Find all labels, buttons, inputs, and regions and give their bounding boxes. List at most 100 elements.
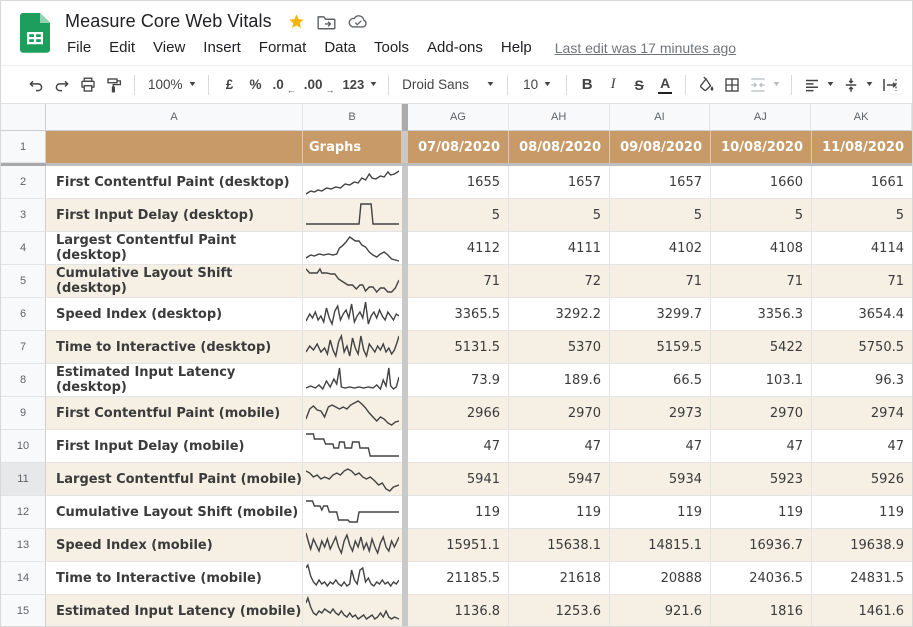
bold-button[interactable]: B [574,72,600,98]
metric-label-cell[interactable]: First Input Delay (mobile) [46,430,303,463]
metric-label-cell[interactable]: Speed Index (mobile) [46,529,303,562]
value-cell-AJ7[interactable]: 5422 [711,331,812,364]
menu-edit[interactable]: Edit [100,38,144,57]
fill-color-button[interactable] [693,72,719,98]
value-cell-AJ15[interactable]: 1816 [711,595,812,626]
value-cell-AI6[interactable]: 3299.7 [610,298,711,331]
value-cell-AJ12[interactable]: 119 [711,496,812,529]
value-cell-AI14[interactable]: 20888 [610,562,711,595]
value-cell-AG3[interactable]: 5 [408,199,509,232]
value-cell-AI8[interactable]: 66.5 [610,364,711,397]
print-button[interactable] [75,72,101,98]
metric-label-cell[interactable]: Cumulative Layout Shift (desktop) [46,265,303,298]
value-cell-AH3[interactable]: 5 [509,199,610,232]
metric-label-cell[interactable]: Largest Contentful Paint (mobile) [46,463,303,496]
metric-label-cell[interactable]: First Contentful Paint (mobile) [46,397,303,430]
value-cell-AK12[interactable]: 119 [812,496,912,529]
value-cell-AJ10[interactable]: 47 [711,430,812,463]
value-cell-AH5[interactable]: 72 [509,265,610,298]
font-size-select[interactable]: 10▼ [515,72,559,98]
value-cell-AJ5[interactable]: 71 [711,265,812,298]
date-header-AK[interactable]: 11/08/2020 [812,131,912,163]
value-cell-AJ14[interactable]: 24036.5 [711,562,812,595]
row-header-6[interactable]: 6 [1,298,46,331]
value-cell-AI11[interactable]: 5934 [610,463,711,496]
menu-insert[interactable]: Insert [194,38,250,57]
value-cell-AH7[interactable]: 5370 [509,331,610,364]
text-color-button[interactable]: A [652,72,678,98]
more-formats-button[interactable]: 123▼ [339,72,382,98]
row-header-1[interactable]: 1 [1,131,46,163]
value-cell-AH8[interactable]: 189.6 [509,364,610,397]
date-header-AJ[interactable]: 10/08/2020 [711,131,812,163]
sparkline-cell[interactable] [303,331,402,364]
undo-button[interactable] [23,72,49,98]
row-header-12[interactable]: 12 [1,496,46,529]
value-cell-AJ11[interactable]: 5923 [711,463,812,496]
value-cell-AG8[interactable]: 73.9 [408,364,509,397]
borders-button[interactable] [719,72,745,98]
sparkline-cell[interactable] [303,562,402,595]
value-cell-AI12[interactable]: 119 [610,496,711,529]
date-header-AH[interactable]: 08/08/2020 [509,131,610,163]
value-cell-AJ13[interactable]: 16936.7 [711,529,812,562]
menu-addons[interactable]: Add-ons [418,38,492,57]
cloud-status-icon[interactable] [348,14,368,29]
metric-label-cell[interactable]: Cumulative Layout Shift (mobile) [46,496,303,529]
value-cell-AK13[interactable]: 19638.9 [812,529,912,562]
sparkline-cell[interactable] [303,430,402,463]
value-cell-AK5[interactable]: 71 [812,265,912,298]
italic-button[interactable]: I [600,72,626,98]
value-cell-AH15[interactable]: 1253.6 [509,595,610,626]
value-cell-AK9[interactable]: 2974 [812,397,912,430]
value-cell-AG5[interactable]: 71 [408,265,509,298]
select-all-corner[interactable] [1,104,46,131]
row-header-15[interactable]: 15 [1,595,46,626]
value-cell-AH6[interactable]: 3292.2 [509,298,610,331]
value-cell-AG14[interactable]: 21185.5 [408,562,509,595]
metric-label-cell[interactable]: Estimated Input Latency (mobile) [46,595,303,626]
value-cell-AK7[interactable]: 5750.5 [812,331,912,364]
value-cell-AH13[interactable]: 15638.1 [509,529,610,562]
value-cell-AK8[interactable]: 96.3 [812,364,912,397]
metric-label-cell[interactable]: Largest Contentful Paint (desktop) [46,232,303,265]
value-cell-AJ9[interactable]: 2970 [711,397,812,430]
document-title[interactable]: Measure Core Web Vitals [65,11,272,32]
text-wrapping-button[interactable] [877,72,903,98]
value-cell-AK4[interactable]: 4114 [812,232,912,265]
metric-label-cell[interactable]: Time to Interactive (desktop) [46,331,303,364]
value-cell-AJ3[interactable]: 5 [711,199,812,232]
value-cell-AI3[interactable]: 5 [610,199,711,232]
row-header-10[interactable]: 10 [1,430,46,463]
cell-B1[interactable]: Graphs [303,131,402,163]
sparkline-cell[interactable] [303,166,402,199]
value-cell-AJ8[interactable]: 103.1 [711,364,812,397]
sparkline-cell[interactable] [303,529,402,562]
row-header-9[interactable]: 9 [1,397,46,430]
value-cell-AG12[interactable]: 119 [408,496,509,529]
sparkline-cell[interactable] [303,265,402,298]
value-cell-AK14[interactable]: 24831.5 [812,562,912,595]
sparkline-cell[interactable] [303,595,402,626]
value-cell-AH14[interactable]: 21618 [509,562,610,595]
sparkline-cell[interactable] [303,232,402,265]
sparkline-cell[interactable] [303,463,402,496]
row-header-14[interactable]: 14 [1,562,46,595]
value-cell-AH11[interactable]: 5947 [509,463,610,496]
value-cell-AG4[interactable]: 4112 [408,232,509,265]
value-cell-AI10[interactable]: 47 [610,430,711,463]
row-header-3[interactable]: 3 [1,199,46,232]
value-cell-AG7[interactable]: 5131.5 [408,331,509,364]
cell-A1[interactable] [46,131,303,163]
metric-label-cell[interactable]: First Contentful Paint (desktop) [46,166,303,199]
menu-tools[interactable]: Tools [365,38,418,57]
date-header-AI[interactable]: 09/08/2020 [610,131,711,163]
value-cell-AG9[interactable]: 2966 [408,397,509,430]
value-cell-AK10[interactable]: 47 [812,430,912,463]
menu-view[interactable]: View [144,38,194,57]
value-cell-AG13[interactable]: 15951.1 [408,529,509,562]
font-family-select[interactable]: Droid Sans▼ [396,72,500,98]
merge-cells-button[interactable]: ▼ [745,72,784,98]
decrease-decimal-button[interactable]: .0← [268,72,299,98]
menu-help[interactable]: Help [492,38,541,57]
